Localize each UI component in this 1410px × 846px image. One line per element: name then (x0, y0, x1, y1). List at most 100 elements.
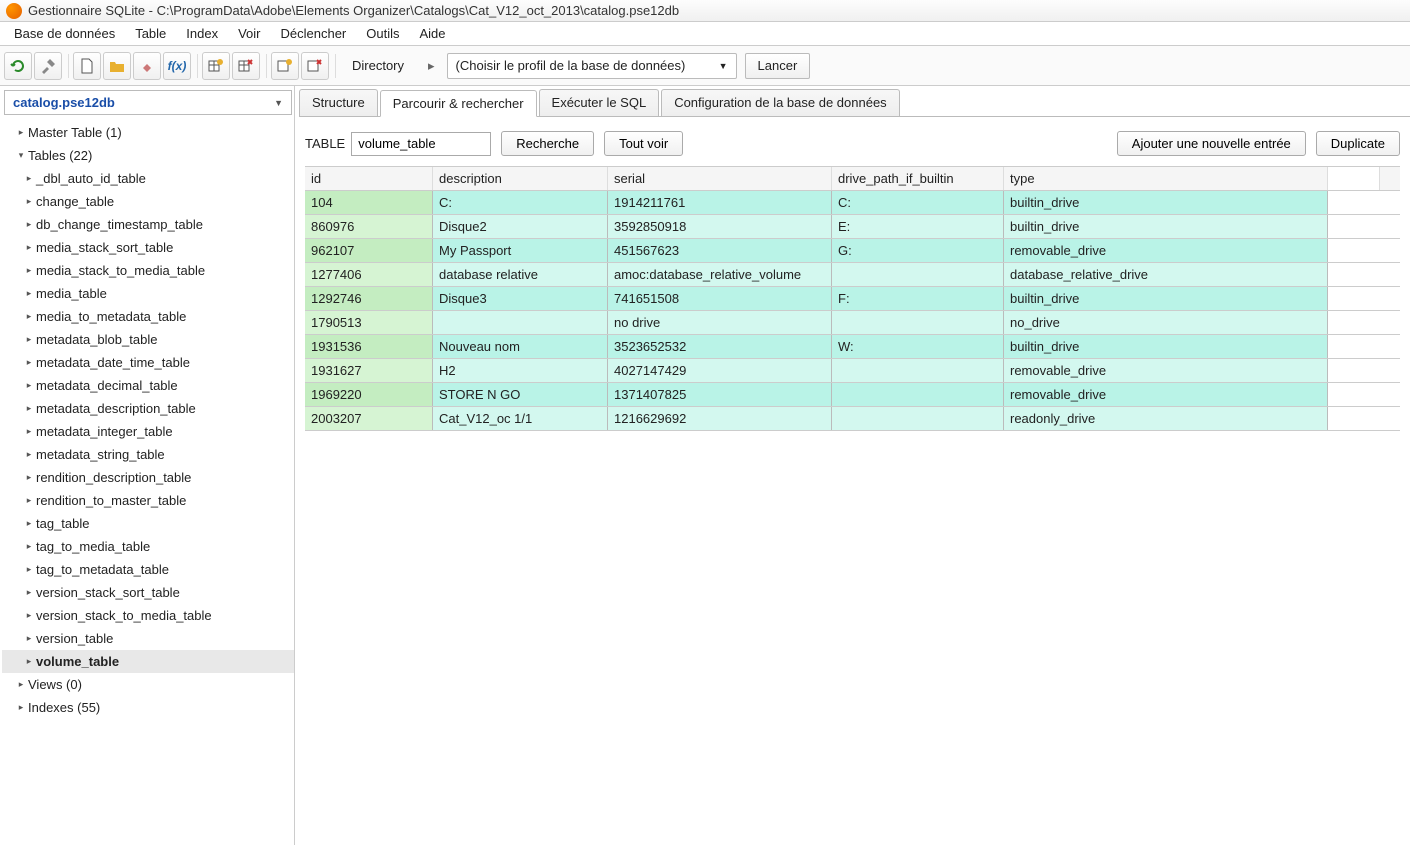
tree-table-item[interactable]: ▸tag_to_metadata_table (2, 558, 294, 581)
tree-group[interactable]: ▸Master Table (1) (2, 121, 294, 144)
show-all-button[interactable]: Tout voir (604, 131, 683, 156)
menu-tools[interactable]: Outils (356, 24, 409, 43)
menu-trigger[interactable]: Déclencher (271, 24, 357, 43)
table-row[interactable]: 1969220STORE N GO1371407825 removable_dri… (305, 383, 1400, 407)
tree-table-item[interactable]: ▸metadata_integer_table (2, 420, 294, 443)
cell-description[interactable]: Nouveau nom (433, 335, 608, 358)
col-drive-path[interactable]: drive_path_if_builtin (832, 167, 1004, 190)
cell-serial[interactable]: 3523652532 (608, 335, 832, 358)
cell-drive[interactable]: C: (832, 191, 1004, 214)
table-row[interactable]: 104C:1914211761C:builtin_drive (305, 191, 1400, 215)
tree-table-item[interactable]: ▸metadata_date_time_table (2, 351, 294, 374)
col-id[interactable]: id (305, 167, 433, 190)
tools-button[interactable] (34, 52, 62, 80)
cell-drive[interactable] (832, 359, 1004, 382)
table-row[interactable]: 1931536Nouveau nom3523652532W:builtin_dr… (305, 335, 1400, 359)
table-row[interactable]: 1790513 no drive no_drive (305, 311, 1400, 335)
table-row[interactable]: 860976Disque23592850918E:builtin_drive (305, 215, 1400, 239)
tree-table-item[interactable]: ▸metadata_decimal_table (2, 374, 294, 397)
tab-execute-sql[interactable]: Exécuter le SQL (539, 89, 660, 116)
cell-type[interactable]: builtin_drive (1004, 215, 1328, 238)
cell-serial[interactable]: 451567623 (608, 239, 832, 262)
cell-id[interactable]: 1931627 (305, 359, 433, 382)
menu-view[interactable]: Voir (228, 24, 270, 43)
cell-description[interactable]: Cat_V12_oc 1/1 (433, 407, 608, 430)
menu-database[interactable]: Base de données (4, 24, 125, 43)
cell-id[interactable]: 1292746 (305, 287, 433, 310)
tree-table-item[interactable]: ▸change_table (2, 190, 294, 213)
tree-table-item[interactable]: ▸metadata_description_table (2, 397, 294, 420)
cell-drive[interactable] (832, 311, 1004, 334)
cell-serial[interactable]: 1914211761 (608, 191, 832, 214)
menu-help[interactable]: Aide (410, 24, 456, 43)
cell-id[interactable]: 962107 (305, 239, 433, 262)
connect-button[interactable] (133, 52, 161, 80)
tree-table-item[interactable]: ▸media_stack_to_media_table (2, 259, 294, 282)
cell-serial[interactable]: 3592850918 (608, 215, 832, 238)
col-serial[interactable]: serial (608, 167, 832, 190)
cell-drive[interactable]: W: (832, 335, 1004, 358)
tree-table-item[interactable]: ▸rendition_description_table (2, 466, 294, 489)
duplicate-button[interactable]: Duplicate (1316, 131, 1400, 156)
delete-index-button[interactable] (301, 52, 329, 80)
cell-id[interactable]: 1931536 (305, 335, 433, 358)
tree-table-item[interactable]: ▸metadata_string_table (2, 443, 294, 466)
tree-group[interactable]: ▸Indexes (55) (2, 696, 294, 719)
tree-table-item[interactable]: ▸tag_table (2, 512, 294, 535)
add-entry-button[interactable]: Ajouter une nouvelle entrée (1117, 131, 1306, 156)
cell-description[interactable]: STORE N GO (433, 383, 608, 406)
cell-type[interactable]: no_drive (1004, 311, 1328, 334)
cell-serial[interactable]: 4027147429 (608, 359, 832, 382)
cell-serial[interactable]: 1216629692 (608, 407, 832, 430)
table-row[interactable]: 962107My Passport451567623G:removable_dr… (305, 239, 1400, 263)
cell-description[interactable]: database relative (433, 263, 608, 286)
tree-table-item[interactable]: ▸_dbl_auto_id_table (2, 167, 294, 190)
cell-type[interactable]: removable_drive (1004, 383, 1328, 406)
cell-description[interactable]: H2 (433, 359, 608, 382)
cell-id[interactable]: 860976 (305, 215, 433, 238)
cell-type[interactable]: builtin_drive (1004, 287, 1328, 310)
menu-table[interactable]: Table (125, 24, 176, 43)
tree-table-item[interactable]: ▸volume_table (2, 650, 294, 673)
cell-drive[interactable] (832, 383, 1004, 406)
tree-table-item[interactable]: ▸media_table (2, 282, 294, 305)
cell-id[interactable]: 104 (305, 191, 433, 214)
cell-description[interactable]: Disque3 (433, 287, 608, 310)
new-doc-button[interactable] (73, 52, 101, 80)
tree-table-item[interactable]: ▸tag_to_media_table (2, 535, 294, 558)
col-description[interactable]: description (433, 167, 608, 190)
table-row[interactable]: 1292746Disque3741651508F:builtin_drive (305, 287, 1400, 311)
menu-index[interactable]: Index (176, 24, 228, 43)
add-table-button[interactable] (202, 52, 230, 80)
cell-serial[interactable]: 741651508 (608, 287, 832, 310)
database-selector[interactable]: catalog.pse12db ▼ (4, 90, 292, 115)
cell-id[interactable]: 1969220 (305, 383, 433, 406)
cell-description[interactable] (433, 311, 608, 334)
tree-table-item[interactable]: ▸version_table (2, 627, 294, 650)
cell-serial[interactable]: no drive (608, 311, 832, 334)
cell-drive[interactable]: F: (832, 287, 1004, 310)
cell-type[interactable]: builtin_drive (1004, 191, 1328, 214)
cell-drive[interactable]: G: (832, 239, 1004, 262)
launch-button[interactable]: Lancer (745, 53, 811, 79)
tree-table-item[interactable]: ▸version_stack_sort_table (2, 581, 294, 604)
tree-table-item[interactable]: ▸metadata_blob_table (2, 328, 294, 351)
table-row[interactable]: 1931627H24027147429removable_drive (305, 359, 1400, 383)
cell-id[interactable]: 1790513 (305, 311, 433, 334)
table-row[interactable]: 1277406database relativeamoc:database_re… (305, 263, 1400, 287)
cell-serial[interactable]: 1371407825 (608, 383, 832, 406)
cell-id[interactable]: 2003207 (305, 407, 433, 430)
tree-table-item[interactable]: ▸media_stack_sort_table (2, 236, 294, 259)
cell-description[interactable]: My Passport (433, 239, 608, 262)
cell-type[interactable]: builtin_drive (1004, 335, 1328, 358)
tree-table-item[interactable]: ▸rendition_to_master_table (2, 489, 294, 512)
tab-structure[interactable]: Structure (299, 89, 378, 116)
tree-table-item[interactable]: ▸version_stack_to_media_table (2, 604, 294, 627)
search-button[interactable]: Recherche (501, 131, 594, 156)
cell-description[interactable]: C: (433, 191, 608, 214)
function-button[interactable]: f(x) (163, 52, 191, 80)
delete-table-button[interactable] (232, 52, 260, 80)
cell-description[interactable]: Disque2 (433, 215, 608, 238)
open-button[interactable] (103, 52, 131, 80)
tree-table-item[interactable]: ▸db_change_timestamp_table (2, 213, 294, 236)
